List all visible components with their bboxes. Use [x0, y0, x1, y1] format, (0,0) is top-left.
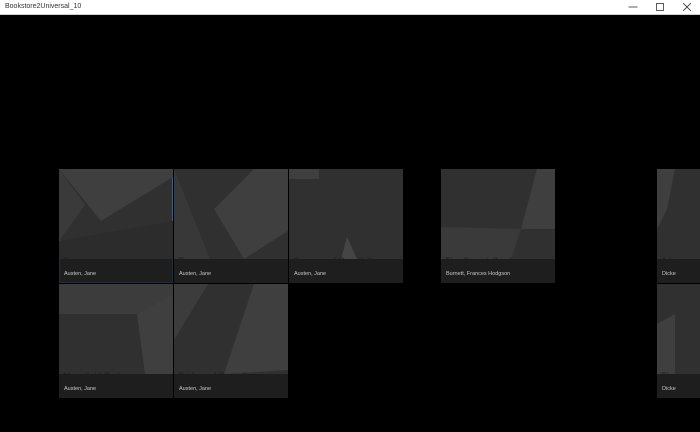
close-button[interactable]: [673, 0, 700, 14]
tile-caption: Sense and Sensibility Austen, Jane: [289, 256, 403, 283]
maximize-icon: [655, 3, 664, 11]
book-tile-partial-top[interactable]: A Li Dicke: [657, 169, 700, 283]
book-author: Burnett, Frances Hodgson: [446, 271, 511, 277]
book-author: Austen, Jane: [294, 271, 327, 277]
tile-caption: The Secret Garden Burnett, Frances Hodgs…: [441, 256, 555, 283]
book-tile-sense-and-sensibility[interactable]: Sense and Sensibility Austen, Jane: [289, 169, 403, 283]
book-tile-emma[interactable]: Emma Austen, Jane: [59, 169, 173, 283]
book-author: Dicke: [662, 386, 676, 392]
book-author: Austen, Jane: [179, 386, 212, 392]
minimize-button[interactable]: [619, 0, 646, 14]
book-tile-persuasion[interactable]: Persuasion Austen, Jane: [174, 169, 288, 283]
book-title: Persuasion: [178, 256, 224, 266]
maximize-button[interactable]: [646, 0, 673, 14]
tile-caption: Pride and Prejudice Austen, Jane: [174, 371, 288, 398]
tile-caption: Emma Austen, Jane: [59, 256, 173, 283]
book-title: The Secret Garden: [445, 256, 522, 266]
book-tile-partial-bottom[interactable]: The Dicke: [657, 284, 700, 398]
book-title: Pride and Prejudice: [178, 371, 257, 381]
window-title: Bookstore2Universal_10: [5, 3, 82, 10]
tile-caption: The Dicke: [657, 371, 700, 398]
book-title: Sense and Sensibility: [293, 256, 380, 266]
window-controls: [619, 0, 700, 14]
tile-caption: A Li Dicke: [657, 256, 700, 283]
book-grid: Emma Austen, Jane Persuasion Austen, Jan…: [0, 15, 700, 432]
tile-caption: Mansfield Park Austen, Jane: [59, 371, 173, 398]
book-author: Austen, Jane: [64, 386, 97, 392]
book-title: The: [661, 371, 677, 381]
book-author: Dicke: [662, 271, 676, 277]
book-tile-pride-and-prejudice[interactable]: Pride and Prejudice Austen, Jane: [174, 284, 288, 398]
book-title: Emma: [63, 256, 90, 266]
close-icon: [682, 3, 691, 11]
book-title: A Li: [661, 256, 677, 266]
book-title: Mansfield Park: [63, 371, 123, 381]
book-author: Austen, Jane: [179, 271, 212, 277]
book-tile-mansfield-park[interactable]: Mansfield Park Austen, Jane: [59, 284, 173, 398]
book-author: Austen, Jane: [64, 271, 97, 277]
minimize-icon: [628, 6, 637, 8]
book-tile-the-secret-garden[interactable]: The Secret Garden Burnett, Frances Hodgs…: [441, 169, 555, 283]
tile-caption: Persuasion Austen, Jane: [174, 256, 288, 283]
title-bar: Bookstore2Universal_10: [0, 0, 700, 15]
